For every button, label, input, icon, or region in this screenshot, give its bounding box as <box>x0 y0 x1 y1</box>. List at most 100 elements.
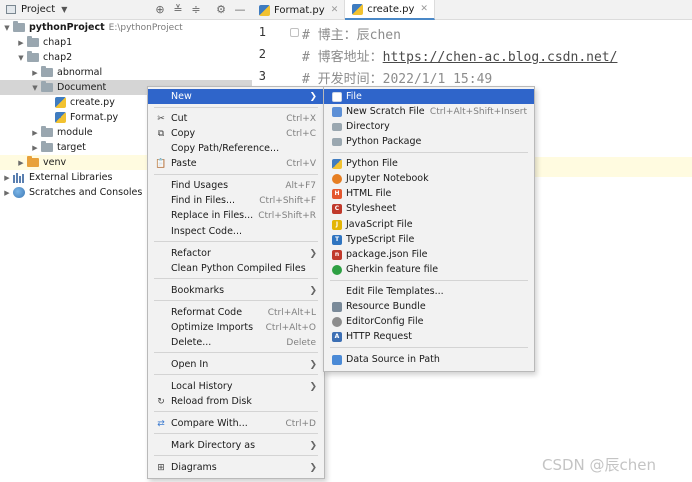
chevron-right-icon[interactable]: ▶ <box>2 189 12 197</box>
submenu-item-label: Jupyter Notebook <box>346 173 429 184</box>
chevron-down-icon[interactable]: ▼ <box>16 54 26 62</box>
folder-icon <box>41 141 53 152</box>
menu-item-find-in-files[interactable]: Find in Files... Ctrl+Shift+F <box>148 193 324 208</box>
menu-separator <box>330 152 528 153</box>
fold-marker-icon[interactable] <box>290 28 299 37</box>
chevron-right-icon[interactable]: ▶ <box>16 39 26 47</box>
menu-item-clean-compiled[interactable]: Clean Python Compiled Files <box>148 261 324 276</box>
chevron-down-icon[interactable]: ▼ <box>30 84 40 92</box>
minimize-icon[interactable]: — <box>233 2 247 16</box>
menu-item-copy[interactable]: ⧉ Copy Ctrl+C <box>148 126 324 141</box>
menu-item-cut[interactable]: ✂ Cut Ctrl+X <box>148 111 324 126</box>
menu-item-copy-path[interactable]: Copy Path/Reference... <box>148 141 324 156</box>
chevron-right-icon[interactable]: ▶ <box>30 129 40 137</box>
submenu-item-resource-bundle[interactable]: Resource Bundle <box>324 299 534 314</box>
shortcut: Ctrl+Shift+F <box>259 195 316 206</box>
tree-item-label: chap2 <box>43 52 73 63</box>
menu-item-inspect-code[interactable]: Inspect Code... <box>148 224 324 239</box>
watermark: CSDN @辰chen <box>542 456 657 474</box>
gear-icon[interactable]: ⚙ <box>214 2 228 16</box>
chevron-right-icon[interactable]: ▶ <box>2 174 12 182</box>
menu-item-refactor[interactable]: Refactor ❯ <box>148 246 324 261</box>
chevron-down-icon[interactable]: ▼ <box>2 24 12 32</box>
chevron-right-icon[interactable]: ▶ <box>30 144 40 152</box>
menu-item-mark-directory[interactable]: Mark Directory as ❯ <box>148 438 324 453</box>
menu-item-label: Open In <box>171 359 209 370</box>
chevron-down-icon[interactable]: ▼ <box>61 5 67 14</box>
submenu-item-package-json[interactable]: n package.json File <box>324 247 534 262</box>
submenu-item-label: HTTP Request <box>346 331 412 342</box>
menu-item-compare-with[interactable]: ⇄ Compare With... Ctrl+D <box>148 416 324 431</box>
submenu-item-python-package[interactable]: Python Package <box>324 134 534 149</box>
submenu-item-html-file[interactable]: H HTML File <box>324 186 534 201</box>
submenu-item-edit-templates[interactable]: Edit File Templates... <box>324 284 534 299</box>
folder-icon <box>27 156 39 167</box>
menu-item-paste[interactable]: 📋 Paste Ctrl+V <box>148 156 324 171</box>
menu-item-diagrams[interactable]: ⊞ Diagrams ❯ <box>148 460 324 475</box>
locate-icon[interactable]: ⊕ <box>153 2 167 16</box>
submenu-item-http-request[interactable]: A HTTP Request <box>324 329 534 344</box>
chevron-right-icon: ❯ <box>309 359 317 370</box>
menu-item-open-in[interactable]: Open In ❯ <box>148 357 324 372</box>
project-view-title[interactable]: Project <box>21 4 55 15</box>
shortcut: Ctrl+V <box>286 158 316 169</box>
submenu-item-editorconfig[interactable]: EditorConfig File <box>324 314 534 329</box>
tree-item-label: Format.py <box>70 112 119 123</box>
tab-label: Format.py <box>274 4 325 16</box>
folder-icon <box>27 36 39 47</box>
menu-item-local-history[interactable]: Local History ❯ <box>148 379 324 394</box>
submenu-item-gherkin[interactable]: Gherkin feature file <box>324 262 534 277</box>
menu-item-reformat-code[interactable]: Reformat Code Ctrl+Alt+L <box>148 305 324 320</box>
menu-item-label: Copy <box>171 128 196 139</box>
python-file-icon <box>55 97 66 108</box>
menu-item-label: Reformat Code <box>171 307 243 318</box>
tree-item-label: target <box>57 142 86 153</box>
menu-separator <box>330 347 528 348</box>
tree-item-pythonproject[interactable]: ▼ pythonProject E:\pythonProject <box>0 20 252 35</box>
menu-item-label: Mark Directory as <box>171 440 256 451</box>
project-path: E:\pythonProject <box>108 22 183 33</box>
line-number: 2 <box>258 47 266 61</box>
tree-item-label: venv <box>43 157 67 168</box>
menu-item-label: Diagrams <box>171 462 217 473</box>
menu-item-bookmarks[interactable]: Bookmarks ❯ <box>148 283 324 298</box>
tab-create-py[interactable]: create.py ✕ <box>345 0 435 20</box>
tree-item-chap1[interactable]: ▶ chap1 <box>0 35 252 50</box>
menu-item-find-usages[interactable]: Find Usages Alt+F7 <box>148 178 324 193</box>
submenu-item-typescript-file[interactable]: T TypeScript File <box>324 232 534 247</box>
tree-item-abnormal[interactable]: ▶ abnormal <box>0 65 252 80</box>
collapse-all-icon[interactable]: ≑ <box>189 2 203 16</box>
menu-item-reload-from-disk[interactable]: ↻ Reload from Disk <box>148 394 324 409</box>
submenu-item-label: Data Source in Path <box>346 354 440 365</box>
close-icon[interactable]: ✕ <box>420 4 428 14</box>
submenu-item-new-scratch-file[interactable]: New Scratch File Ctrl+Alt+Shift+Insert <box>324 104 534 119</box>
chevron-right-icon[interactable]: ▶ <box>16 159 26 167</box>
menu-item-optimize-imports[interactable]: Optimize Imports Ctrl+Alt+O <box>148 320 324 335</box>
project-view-icon <box>6 5 16 14</box>
menu-item-replace-in-files[interactable]: Replace in Files... Ctrl+Shift+R <box>148 208 324 223</box>
submenu-item-javascript-file[interactable]: J JavaScript File <box>324 217 534 232</box>
blog-link[interactable]: https://chen-ac.blog.csdn.net/ <box>383 50 618 65</box>
menu-item-new[interactable]: New ❯ <box>148 89 324 104</box>
folder-icon <box>13 21 25 32</box>
tree-item-chap2[interactable]: ▼ chap2 <box>0 50 252 65</box>
submenu-item-stylesheet[interactable]: C Stylesheet <box>324 201 534 216</box>
menu-separator <box>154 374 318 375</box>
submenu-item-directory[interactable]: Directory <box>324 119 534 134</box>
close-icon[interactable]: ✕ <box>331 5 339 15</box>
menu-separator <box>154 278 318 279</box>
submenu-item-python-file[interactable]: Python File <box>324 156 534 171</box>
menu-item-label: Replace in Files... <box>171 210 254 221</box>
tree-item-label: Scratches and Consoles <box>29 187 143 198</box>
submenu-item-data-source[interactable]: Data Source in Path <box>324 352 534 367</box>
shortcut: Ctrl+D <box>285 418 317 429</box>
expand-all-icon[interactable]: ≚ <box>171 2 185 16</box>
chevron-right-icon[interactable]: ▶ <box>30 69 40 77</box>
submenu-item-file[interactable]: File <box>324 89 534 104</box>
menu-item-delete[interactable]: Delete... Delete <box>148 335 324 350</box>
submenu-item-jupyter-notebook[interactable]: Jupyter Notebook <box>324 171 534 186</box>
folder-icon <box>332 122 342 131</box>
menu-separator <box>330 280 528 281</box>
code-comment: # 博客地址： <box>302 50 383 65</box>
tab-format-py[interactable]: Format.py ✕ <box>252 0 346 20</box>
